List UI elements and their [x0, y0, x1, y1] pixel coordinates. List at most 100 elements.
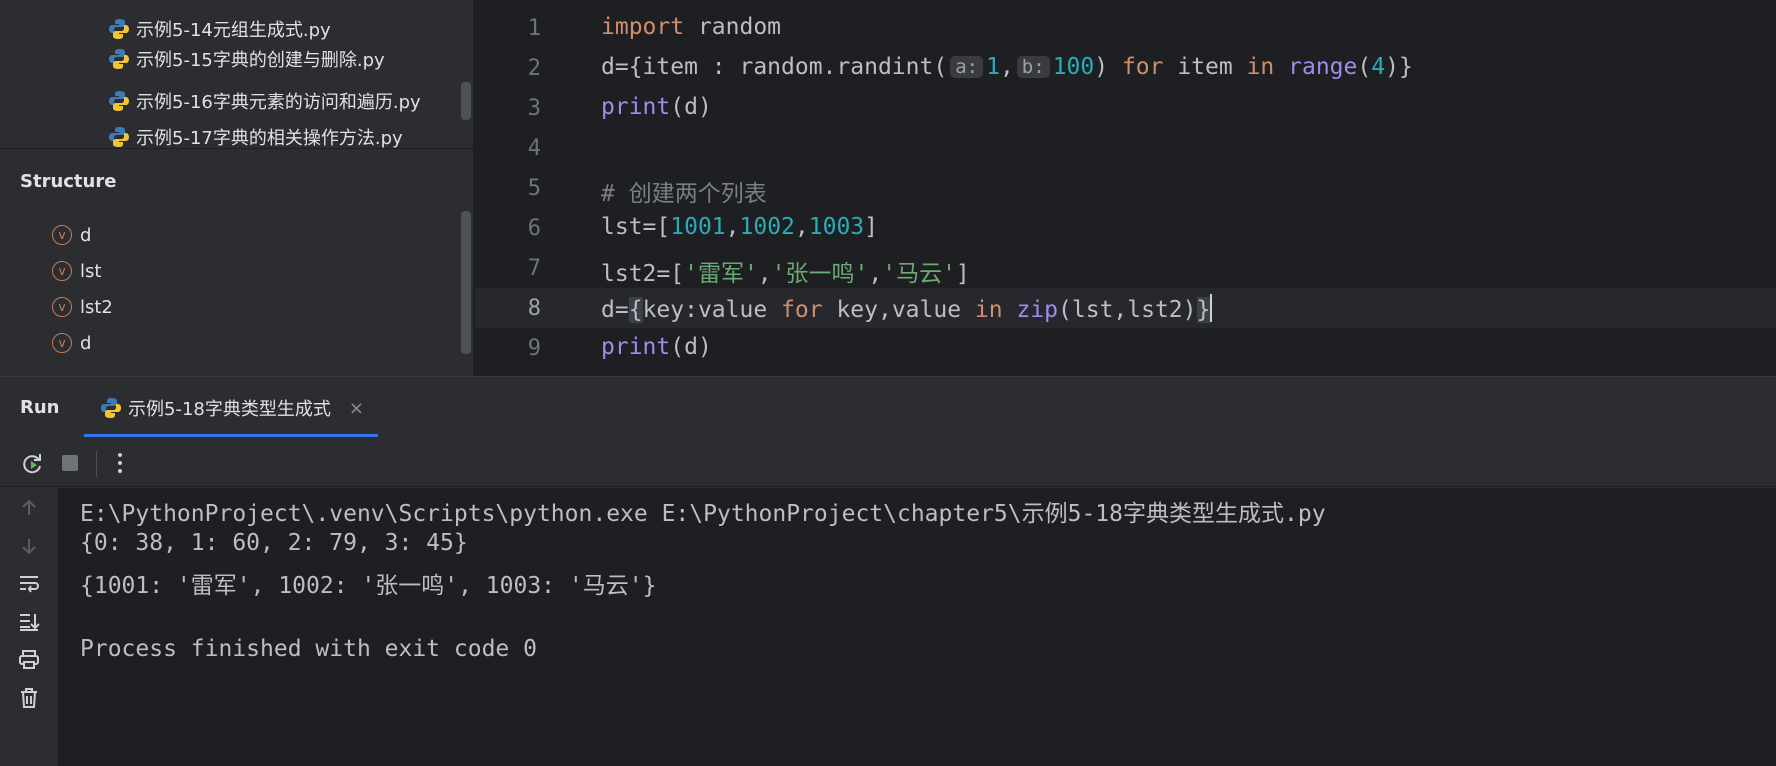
- text-caret: [1210, 294, 1213, 322]
- line-number: 3: [527, 96, 541, 121]
- code-token: (lst,lst2): [1058, 297, 1197, 323]
- code-token: d=: [601, 297, 629, 323]
- comment-token: # 创建两个列表: [601, 181, 767, 207]
- matched-bracket: }: [1196, 297, 1211, 323]
- tree-file-item[interactable]: 示例5-16字典元素的访问和遍历.py: [108, 86, 421, 116]
- console-line: {0: 38, 1: 60, 2: 79, 3: 45}: [80, 530, 468, 556]
- structure-item[interactable]: v d: [52, 329, 91, 357]
- print-icon[interactable]: [15, 646, 43, 674]
- run-tool-window: Run 示例5-18字典类型生成式 × E:\PythonProject\.ve…: [0, 376, 1776, 766]
- scroll-to-end-icon[interactable]: [15, 608, 43, 636]
- console-output[interactable]: E:\PythonProject\.venv\Scripts\python.ex…: [58, 488, 1776, 766]
- arrow-down-icon[interactable]: [15, 532, 43, 560]
- code-line[interactable]: 3 print(d): [475, 88, 1776, 128]
- keyword-token: import: [601, 14, 685, 40]
- parameter-hint: b:: [1016, 56, 1050, 78]
- structure-item[interactable]: v lst: [52, 257, 101, 285]
- variable-icon: v: [52, 225, 72, 245]
- project-tree-scrollbar[interactable]: [461, 82, 471, 120]
- python-file-icon: [109, 91, 129, 111]
- run-tab[interactable]: 示例5-18字典类型生成式 ×: [84, 377, 378, 439]
- variable-icon: v: [52, 333, 72, 353]
- code-line-current[interactable]: 8 d={key:value for key,value in zip(lst,…: [475, 288, 1776, 328]
- code-token: ,: [868, 261, 883, 287]
- code-token: ]: [864, 214, 878, 240]
- code-token: ): [1094, 54, 1122, 80]
- trash-icon[interactable]: [15, 684, 43, 712]
- structure-item[interactable]: v lst2: [52, 293, 113, 321]
- line-number: 7: [527, 256, 541, 281]
- code-token: item: [1163, 54, 1247, 80]
- code-token: ,: [999, 54, 1014, 80]
- console-line: E:\PythonProject\.venv\Scripts\python.ex…: [80, 501, 1326, 527]
- string-token: '张一鸣': [771, 261, 869, 287]
- structure-item-label: lst: [80, 260, 102, 282]
- line-number: 8: [527, 296, 541, 321]
- structure-panel: Structure v d v lst v lst2 v d: [0, 149, 474, 376]
- structure-scrollbar[interactable]: [461, 211, 471, 354]
- code-token: random: [684, 14, 782, 40]
- code-line[interactable]: 7 lst2=['雷军','张一鸣','马云']: [475, 248, 1776, 288]
- python-file-icon: [109, 49, 129, 69]
- code-editor[interactable]: 1 import random 2 d={item : random.randi…: [475, 0, 1776, 376]
- code-text: d={key:value for key,value in zip(lst,ls…: [601, 294, 1213, 323]
- stop-icon[interactable]: [56, 449, 84, 477]
- builtin-token: zip: [1016, 297, 1059, 323]
- console-line: {1001: '雷军', 1002: '张一鸣', 1003: '马云'}: [80, 573, 657, 599]
- line-number: 9: [527, 336, 541, 361]
- structure-title: Structure: [20, 171, 117, 192]
- close-icon[interactable]: ×: [349, 398, 364, 419]
- project-tree: 示例5-14元组生成式.py 示例5-15字典的创建与删除.py 示例5-16字…: [0, 0, 474, 148]
- code-token: ,: [757, 261, 772, 287]
- builtin-token: print: [601, 94, 671, 120]
- line-number: 6: [527, 216, 541, 241]
- builtin-token: range: [1288, 54, 1358, 80]
- run-header: Run 示例5-18字典类型生成式 ×: [0, 377, 1776, 439]
- line-number: 5: [527, 176, 541, 201]
- tree-file-label: 示例5-17字典的相关操作方法.py: [136, 128, 403, 148]
- keyword-token: for: [781, 297, 823, 323]
- variable-icon: v: [52, 261, 72, 281]
- code-line[interactable]: 5 # 创建两个列表: [475, 168, 1776, 208]
- soft-wrap-icon[interactable]: [15, 570, 43, 598]
- structure-item-label: d: [80, 332, 92, 354]
- code-token: (: [1357, 54, 1372, 80]
- run-tab-label: 示例5-18字典类型生成式: [128, 399, 331, 420]
- run-toolbar: [0, 439, 1776, 487]
- code-token: d={item : random.randint(: [601, 54, 948, 80]
- toolbar-separator: [96, 451, 97, 477]
- builtin-token: print: [601, 334, 671, 360]
- code-token: ,: [794, 214, 809, 240]
- structure-item[interactable]: v d: [52, 221, 91, 249]
- line-number: 1: [527, 16, 541, 41]
- line-number: 2: [527, 56, 541, 81]
- tree-file-label: 示例5-15字典的创建与删除.py: [136, 50, 385, 71]
- code-line[interactable]: 4: [475, 128, 1776, 168]
- code-text: d={item : random.randint(a: 1, b: 100) for …: [601, 54, 1413, 80]
- arrow-up-icon[interactable]: [15, 494, 43, 522]
- code-line[interactable]: 1 import random: [475, 8, 1776, 48]
- code-text: # 创建两个列表: [601, 174, 767, 208]
- python-file-icon: [109, 19, 129, 39]
- tree-file-item[interactable]: 示例5-15字典的创建与删除.py: [108, 44, 385, 74]
- more-options-icon[interactable]: [106, 449, 134, 477]
- keyword-token: in: [974, 297, 1003, 323]
- number-token: 1002: [739, 214, 795, 240]
- python-file-icon: [109, 127, 129, 147]
- code-line[interactable]: 9 print(d): [475, 328, 1776, 368]
- rerun-icon[interactable]: [18, 449, 46, 477]
- code-line[interactable]: 2 d={item : random.randint(a: 1, b: 100) fo…: [475, 48, 1776, 88]
- console-line: Process finished with exit code 0: [80, 636, 537, 662]
- code-token: (d): [670, 94, 712, 120]
- code-line[interactable]: 6 lst=[1001,1002,1003]: [475, 208, 1776, 248]
- left-tool-panel: 示例5-14元组生成式.py 示例5-15字典的创建与删除.py 示例5-16字…: [0, 0, 474, 376]
- line-number: 4: [527, 136, 541, 161]
- string-token: '雷军': [684, 261, 758, 287]
- code-text: print(d): [601, 334, 712, 360]
- tree-file-item[interactable]: 示例5-14元组生成式.py: [108, 14, 331, 44]
- keyword-token: in: [1246, 54, 1275, 80]
- parameter-hint: a:: [950, 56, 984, 78]
- tree-file-item[interactable]: 示例5-17字典的相关操作方法.py: [108, 122, 403, 148]
